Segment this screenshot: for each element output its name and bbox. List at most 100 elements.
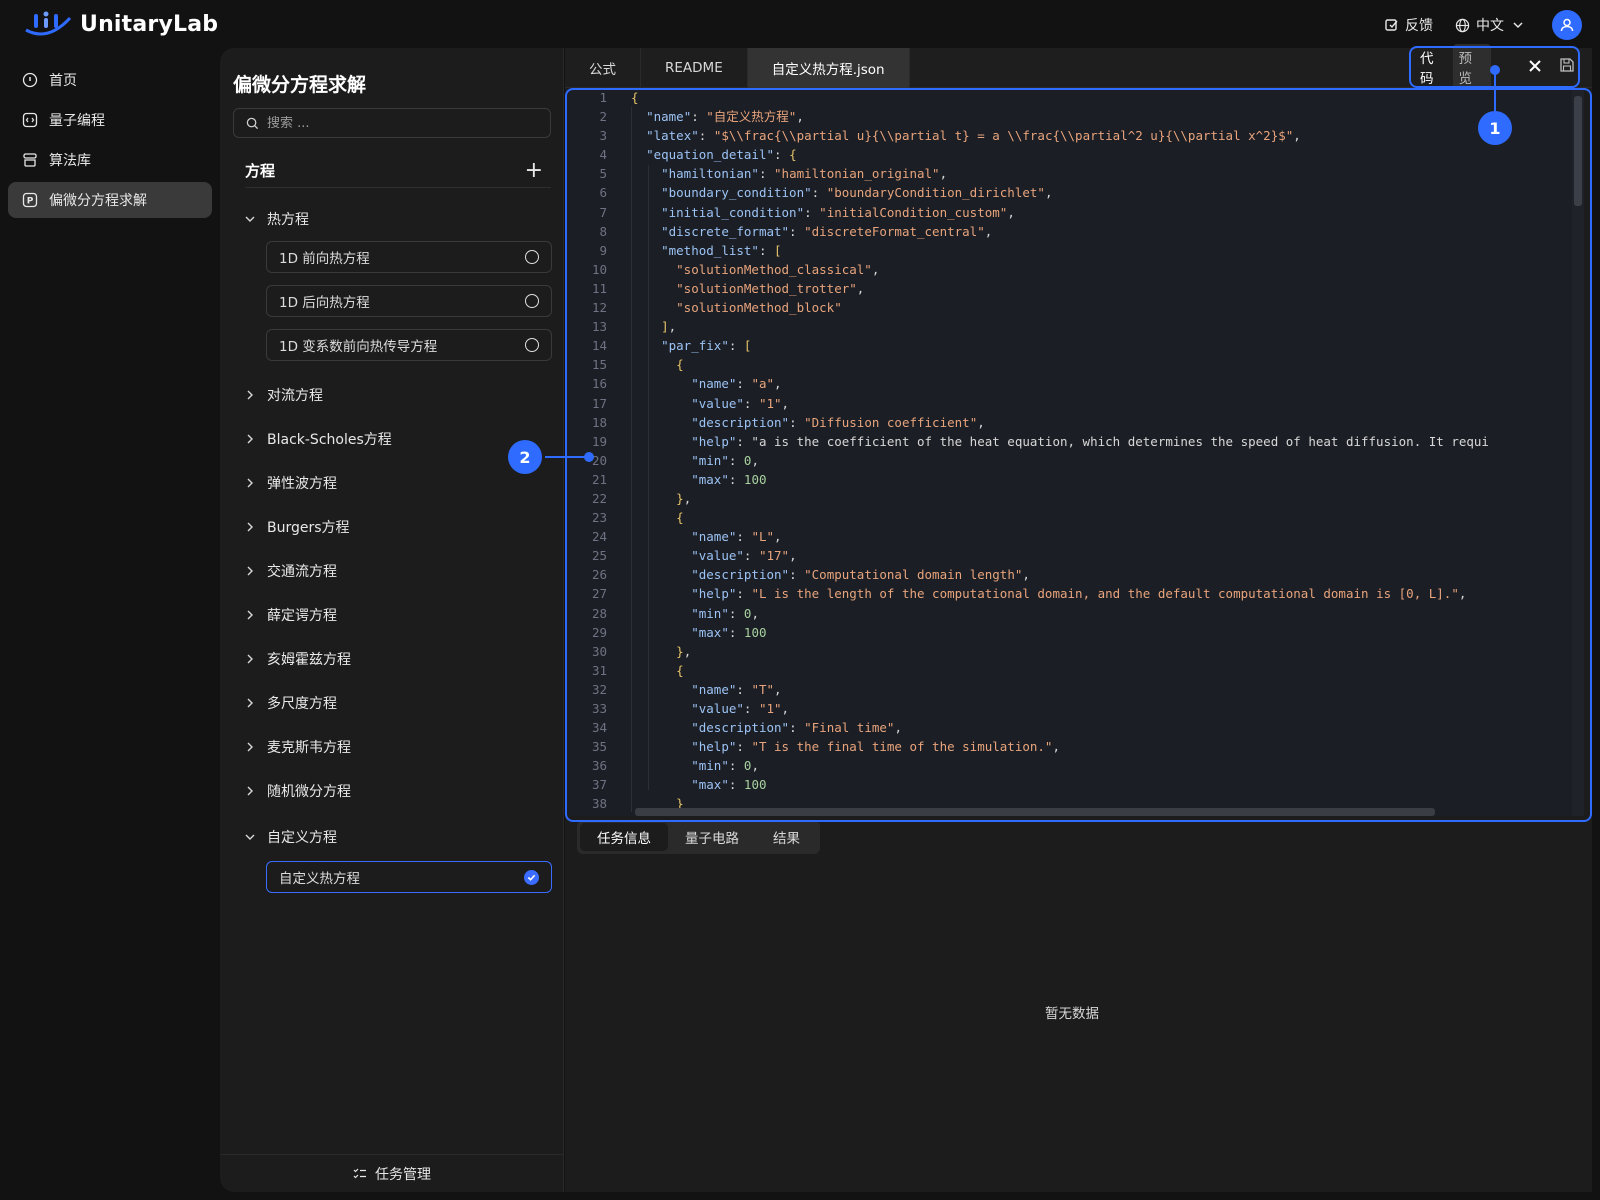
- code-line[interactable]: 4 "equation_detail": {: [565, 145, 1584, 164]
- search-box[interactable]: [233, 108, 551, 138]
- code-line[interactable]: 14 "par_fix": [: [565, 336, 1584, 355]
- preview-mode-button[interactable]: 预览: [1452, 44, 1491, 90]
- code-line[interactable]: 5 "hamiltonian": "hamiltonian_original",: [565, 164, 1584, 183]
- chevron-right-icon: [243, 784, 257, 798]
- code-line[interactable]: 17 "value": "1",: [565, 394, 1584, 413]
- nav-item-home[interactable]: 首页: [8, 62, 212, 98]
- tab-quantum-circuit[interactable]: 量子电路: [668, 823, 756, 851]
- user-avatar[interactable]: [1552, 10, 1582, 40]
- code-line[interactable]: 18 "description": "Diffusion coefficient…: [565, 413, 1584, 432]
- group-maxwell[interactable]: 麦克斯韦方程: [243, 725, 555, 769]
- code-line[interactable]: 34 "description": "Final time",: [565, 718, 1584, 737]
- group-helmholtz[interactable]: 亥姆霍兹方程: [243, 637, 555, 681]
- code-line[interactable]: 32 "name": "T",: [565, 680, 1584, 699]
- group-elastic-wave[interactable]: 弹性波方程: [243, 461, 555, 505]
- code-line[interactable]: 22 },: [565, 489, 1584, 508]
- nav-item-algorithm-library[interactable]: 算法库: [8, 142, 212, 178]
- code-line[interactable]: 23 {: [565, 508, 1584, 527]
- code-line[interactable]: 29 "max": 100: [565, 623, 1584, 642]
- code-line[interactable]: 21 "max": 100: [565, 470, 1584, 489]
- code-line[interactable]: 16 "name": "a",: [565, 374, 1584, 393]
- tab-task-info[interactable]: 任务信息: [580, 823, 668, 851]
- line-number: 38: [591, 796, 607, 812]
- line-text: "min": 0,: [691, 452, 759, 468]
- vertical-scrollbar[interactable]: [1572, 88, 1584, 816]
- close-icon[interactable]: [1526, 57, 1544, 75]
- group-schrodinger[interactable]: 薛定谔方程: [243, 593, 555, 637]
- line-number: 25: [591, 548, 607, 564]
- equation-item[interactable]: 1D 后向热方程: [266, 285, 552, 317]
- equation-item[interactable]: 1D 变系数前向热传导方程: [266, 329, 552, 361]
- feedback-button[interactable]: 反馈: [1385, 15, 1433, 35]
- tab-json-file[interactable]: 自定义热方程.json: [747, 48, 910, 88]
- chevron-right-icon: [243, 476, 257, 490]
- equation-item[interactable]: 1D 前向热方程: [266, 241, 552, 273]
- line-number: 1: [599, 90, 607, 105]
- code-line[interactable]: 20 "min": 0,: [565, 451, 1584, 470]
- chevron-right-icon: [243, 652, 257, 666]
- group-stochastic[interactable]: 随机微分方程: [243, 769, 555, 813]
- app-logo[interactable]: UnitaryLab: [24, 10, 218, 38]
- line-number: 34: [591, 720, 607, 736]
- equation-item-selected[interactable]: 自定义热方程: [266, 861, 552, 893]
- code-line[interactable]: 15 {: [565, 355, 1584, 374]
- tab-readme[interactable]: README: [641, 48, 748, 88]
- radio-button[interactable]: [525, 294, 539, 308]
- chevron-right-icon: [243, 740, 257, 754]
- code-line[interactable]: 12 "solutionMethod_block": [565, 298, 1584, 317]
- language-selector[interactable]: 中文: [1455, 15, 1530, 35]
- line-number: 2: [599, 109, 607, 125]
- globe-icon: [1455, 18, 1470, 32]
- code-line[interactable]: 36 "min": 0,: [565, 756, 1584, 775]
- code-line[interactable]: 3 "latex": "$\\frac{\\partial u}{\\parti…: [565, 126, 1584, 145]
- radio-button[interactable]: [525, 250, 539, 264]
- tab-formula[interactable]: 公式: [565, 48, 641, 88]
- group-custom[interactable]: 自定义方程: [243, 813, 555, 861]
- code-line[interactable]: 6 "boundary_condition": "boundaryConditi…: [565, 183, 1584, 202]
- group-convection[interactable]: 对流方程: [243, 373, 555, 417]
- group-label: 交通流方程: [267, 564, 337, 580]
- code-line[interactable]: 31 {: [565, 661, 1584, 680]
- code-line[interactable]: 2 "name": "自定义热方程",: [565, 107, 1584, 126]
- code-line[interactable]: 19 "help": "a is the coefficient of the …: [565, 432, 1584, 451]
- save-icon[interactable]: [1559, 57, 1577, 75]
- code-line[interactable]: 27 "help": "L is the length of the compu…: [565, 584, 1584, 603]
- code-line[interactable]: 7 "initial_condition": "initialCondition…: [565, 203, 1584, 222]
- code-mode-button[interactable]: 代码: [1414, 44, 1453, 90]
- code-line[interactable]: 10 "solutionMethod_classical",: [565, 260, 1584, 279]
- code-line[interactable]: 8 "discrete_format": "discreteFormat_cen…: [565, 222, 1584, 241]
- nav-label: 量子编程: [49, 113, 105, 129]
- tab-results[interactable]: 结果: [756, 823, 817, 851]
- code-line[interactable]: 1{: [565, 88, 1584, 107]
- add-equation-button[interactable]: +: [525, 159, 543, 182]
- line-text: "help": "T is the final time of the simu…: [691, 739, 1060, 755]
- group-heat-equation[interactable]: 热方程: [243, 197, 555, 241]
- code-line[interactable]: 35 "help": "T is the final time of the s…: [565, 737, 1584, 756]
- code-editor[interactable]: 1{2 "name": "自定义热方程", 3 "latex": "$\\frac…: [565, 88, 1584, 816]
- check-icon[interactable]: [524, 869, 539, 885]
- code-line[interactable]: 9 "method_list": [: [565, 241, 1584, 260]
- code-line[interactable]: 30 },: [565, 642, 1584, 661]
- group-multiscale[interactable]: 多尺度方程: [243, 681, 555, 725]
- mode-switch: 代码 预览: [1414, 44, 1491, 90]
- chevron-right-icon: [243, 520, 257, 534]
- scrollbar-thumb[interactable]: [1574, 96, 1582, 206]
- code-line[interactable]: 26 "description": "Computational domain …: [565, 565, 1584, 584]
- task-management-button[interactable]: 任务管理: [220, 1154, 564, 1192]
- nav-item-quantum-programming[interactable]: 量子编程: [8, 102, 212, 138]
- code-line[interactable]: 28 "min": 0,: [565, 604, 1584, 623]
- code-line[interactable]: 13 ],: [565, 317, 1584, 336]
- code-line[interactable]: 33 "value": "1",: [565, 699, 1584, 718]
- radio-button[interactable]: [525, 338, 539, 352]
- code-line[interactable]: 11 "solutionMethod_trotter",: [565, 279, 1584, 298]
- horizontal-scrollbar[interactable]: [635, 808, 1435, 816]
- search-input[interactable]: [267, 115, 527, 131]
- code-line[interactable]: 37 "max": 100: [565, 775, 1584, 794]
- code-line[interactable]: 24 "name": "L",: [565, 527, 1584, 546]
- nav-item-pde-solver[interactable]: P 偏微分方程求解: [8, 182, 212, 218]
- library-icon: [21, 151, 39, 169]
- group-burgers[interactable]: Burgers方程: [243, 505, 555, 549]
- line-text: "name": "L",: [691, 529, 782, 545]
- code-line[interactable]: 25 "value": "17",: [565, 546, 1584, 565]
- group-traffic-flow[interactable]: 交通流方程: [243, 549, 555, 593]
